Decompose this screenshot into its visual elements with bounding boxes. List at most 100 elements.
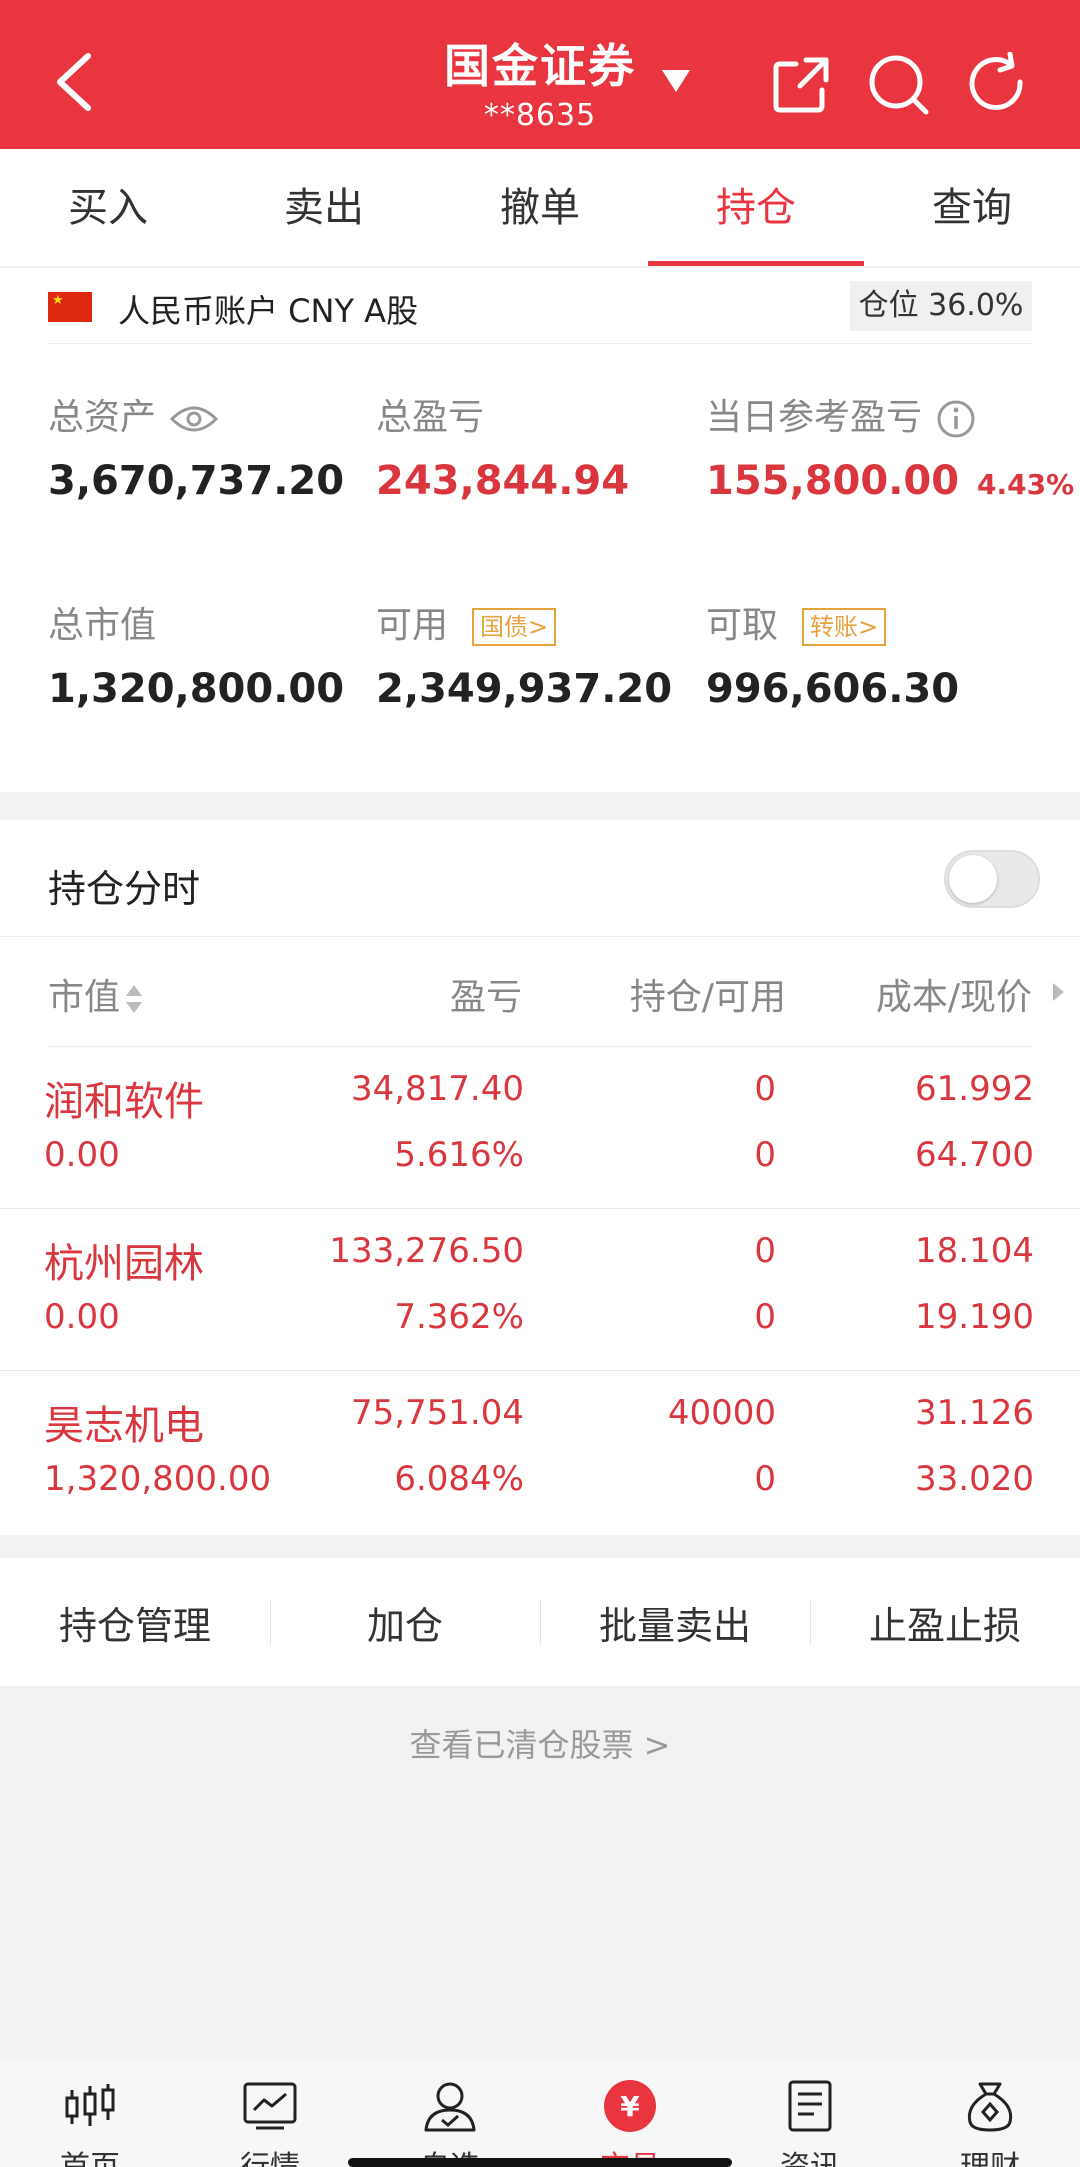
stock-pnl-percent: 5.616%: [394, 1135, 524, 1175]
tab-positions[interactable]: 持仓: [648, 149, 864, 266]
svg-text:¥: ¥: [620, 2090, 640, 2123]
dropdown-caret-icon[interactable]: [660, 68, 692, 94]
transfer-tag[interactable]: 转账>: [802, 608, 887, 646]
trade-tabs: 买入 卖出 撤单 持仓 查询: [0, 149, 1080, 267]
treasury-bond-tag[interactable]: 国债>: [472, 608, 557, 646]
stock-position: 40000: [667, 1393, 776, 1433]
intraday-toggle[interactable]: [944, 850, 1040, 908]
account-label: 人民币账户 CNY A股: [118, 292, 419, 330]
tab-sell[interactable]: 卖出: [216, 149, 432, 266]
metric-label: 总市值: [48, 605, 157, 646]
stock-available: 0: [754, 1459, 776, 1499]
metric-value: 3,670,737.20: [48, 458, 345, 504]
column-label: 市值: [48, 977, 121, 1018]
stock-available: 0: [754, 1297, 776, 1337]
add-position-button[interactable]: 加仓: [270, 1595, 540, 1650]
broker-name: 国金证券: [444, 39, 636, 93]
divider: [0, 936, 1080, 937]
search-icon[interactable]: [866, 52, 930, 116]
column-header-position-available: 持仓/可用: [629, 977, 786, 1018]
stock-pnl-percent: 7.362%: [394, 1297, 524, 1337]
metric-withdrawable: 可取 转账> 996,606.30: [706, 596, 959, 712]
nav-home[interactable]: 首页: [0, 2060, 180, 2167]
stock-pnl: 133,276.50: [329, 1231, 524, 1271]
stock-position: 0: [754, 1231, 776, 1271]
stock-price: 64.700: [915, 1135, 1034, 1175]
account-summary: ★ 人民币账户 CNY A股 仓位 36.0% 总资产 3,670,737.20…: [0, 268, 1080, 792]
manage-positions-button[interactable]: 持仓管理: [0, 1595, 270, 1650]
column-header-market-value[interactable]: 市值: [48, 968, 144, 1020]
stock-cost: 61.992: [915, 1069, 1034, 1109]
chevron-right-icon[interactable]: [1050, 980, 1066, 1004]
metric-daily-pnl: 当日参考盈亏 155,800.00 4.43%: [706, 388, 1074, 504]
metric-total-assets: 总资产 3,670,737.20: [48, 388, 344, 504]
stock-market-value: 1,320,800.00: [44, 1459, 272, 1499]
stock-price: 33.020: [915, 1459, 1034, 1499]
account-row[interactable]: ★ 人民币账户 CNY A股 仓位 36.0%: [48, 268, 1032, 344]
stock-cost: 18.104: [915, 1231, 1034, 1271]
stock-market-value: 0.00: [44, 1297, 120, 1337]
stock-name: 润和软件: [44, 1079, 204, 1125]
sort-icon: [126, 985, 143, 1013]
stock-market-value: 0.00: [44, 1135, 120, 1175]
column-header-cost-price: 成本/现价: [875, 977, 1032, 1018]
tab-cancel-order[interactable]: 撤单: [432, 149, 648, 266]
tab-buy[interactable]: 买入: [0, 149, 216, 266]
nav-watchlist[interactable]: 自选: [360, 2060, 540, 2167]
money-bag-icon: [967, 2082, 1013, 2132]
take-profit-stop-loss-button[interactable]: 止盈止损: [810, 1595, 1080, 1650]
tab-query[interactable]: 查询: [864, 149, 1080, 266]
share-icon[interactable]: [770, 52, 834, 116]
nav-label: 行情: [180, 2142, 360, 2167]
view-cleared-stocks-link[interactable]: 查看已清仓股票 >: [0, 1720, 1080, 1766]
holdings-intraday-title: 持仓分时: [48, 867, 201, 911]
bottom-nav: 首页 行情 自选 ¥ 交易 资讯: [0, 2060, 1080, 2167]
metric-total-pnl: 总盈亏 243,844.94: [376, 388, 629, 504]
metric-label: 当日参考盈亏: [706, 397, 923, 438]
yuan-icon: ¥: [604, 2080, 656, 2132]
nav-label: 资讯: [720, 2142, 900, 2167]
home-indicator: [348, 2158, 732, 2167]
stock-name: 杭州园林: [44, 1241, 204, 1287]
stock-position: 0: [754, 1069, 776, 1109]
holding-row[interactable]: 润和软件 0.00 34,817.40 5.616% 0 0 61.992 64…: [0, 1047, 1080, 1209]
app-header: 国金证券 **8635: [0, 0, 1080, 149]
stock-price: 19.190: [915, 1297, 1034, 1337]
position-ratio-badge: 仓位 36.0%: [850, 281, 1032, 331]
metric-value: 1,320,800.00: [48, 666, 345, 712]
user-icon: [424, 2082, 476, 2132]
metric-market-value: 总市值 1,320,800.00: [48, 596, 344, 712]
stock-pnl-percent: 6.084%: [394, 1459, 524, 1499]
document-icon: [788, 2080, 832, 2132]
stock-name: 昊志机电: [44, 1403, 204, 1449]
nav-news[interactable]: 资讯: [720, 2060, 900, 2167]
column-header-pnl: 盈亏: [449, 977, 522, 1018]
metric-value: 155,800.00: [706, 458, 960, 504]
batch-sell-button[interactable]: 批量卖出: [540, 1595, 810, 1650]
nav-label: 理财: [900, 2142, 1080, 2167]
position-action-bar: 持仓管理 加仓 批量卖出 止盈止损: [0, 1558, 1080, 1686]
info-icon[interactable]: [936, 399, 976, 439]
metric-label: 可用: [376, 605, 449, 646]
nav-trade[interactable]: ¥ 交易: [540, 2060, 720, 2167]
nav-market[interactable]: 行情: [180, 2060, 360, 2167]
refresh-icon[interactable]: [966, 52, 1030, 116]
metric-available: 可用 国债> 2,349,937.20: [376, 596, 672, 712]
nav-wealth[interactable]: 理财: [900, 2060, 1080, 2167]
metric-label: 总盈亏: [376, 397, 485, 438]
metric-value: 2,349,937.20: [376, 666, 673, 712]
stock-cost: 31.126: [915, 1393, 1034, 1433]
holding-row[interactable]: 昊志机电 1,320,800.00 75,751.04 6.084% 40000…: [0, 1371, 1080, 1533]
stock-pnl: 34,817.40: [350, 1069, 524, 1109]
holdings-card: 持仓分时 市值 盈亏 持仓/可用 成本/现价 润和软件 0.00 34,817.…: [0, 820, 1080, 1535]
chart-icon: [243, 2082, 297, 2130]
candlestick-icon: [65, 2084, 115, 2126]
nav-label: 首页: [0, 2142, 180, 2167]
china-flag-icon: ★: [48, 292, 92, 322]
stock-available: 0: [754, 1135, 776, 1175]
stock-pnl: 75,751.04: [350, 1393, 524, 1433]
eye-icon[interactable]: [170, 403, 219, 435]
holding-row[interactable]: 杭州园林 0.00 133,276.50 7.362% 0 0 18.104 1…: [0, 1209, 1080, 1371]
metric-value: 243,844.94: [376, 458, 630, 504]
metric-percent: 4.43%: [977, 468, 1075, 501]
